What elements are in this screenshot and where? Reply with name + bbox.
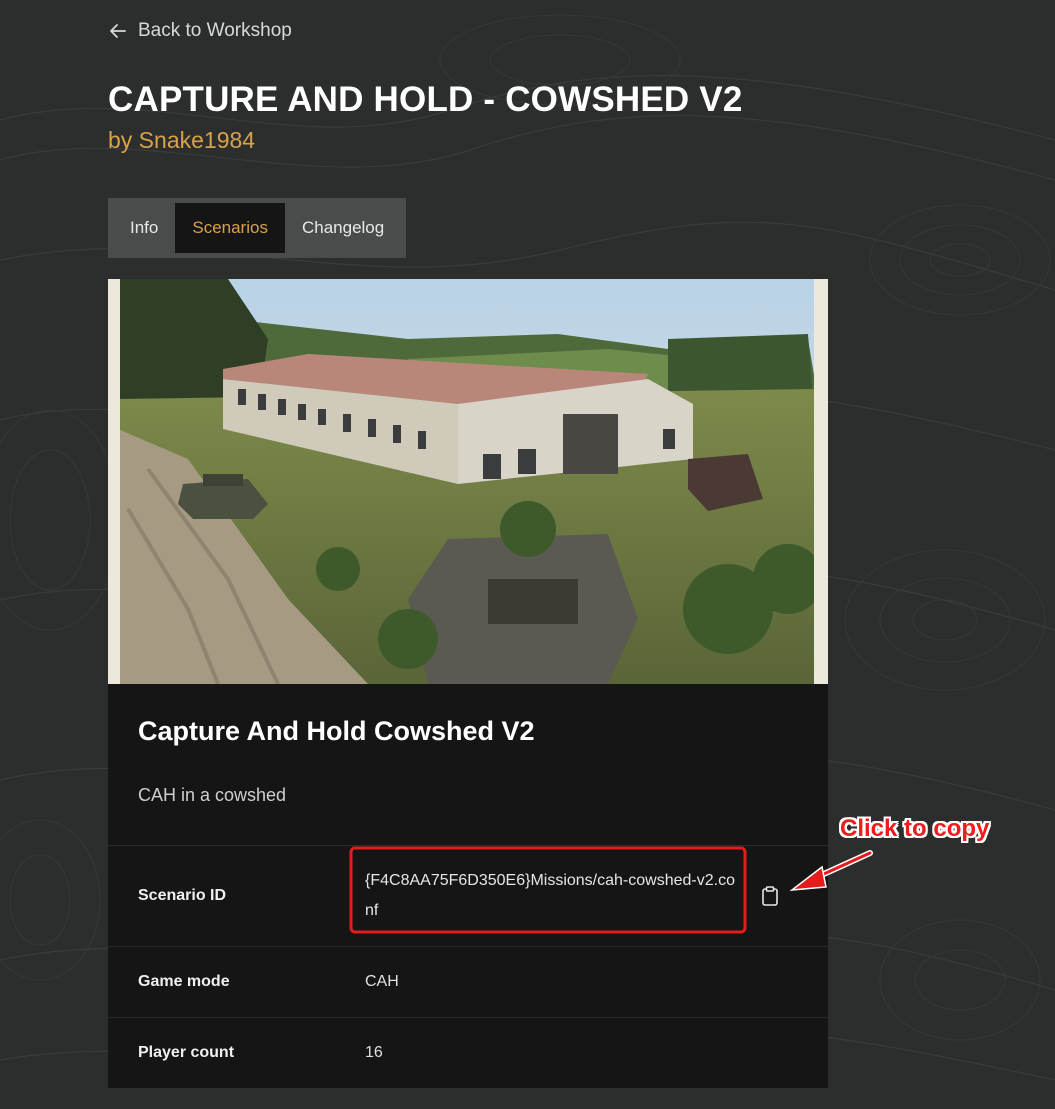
tab-info[interactable]: Info bbox=[113, 203, 175, 253]
scenario-title: Capture And Hold Cowshed V2 bbox=[138, 716, 535, 746]
detail-row-game-mode: Game mode CAH bbox=[108, 947, 828, 1018]
detail-row-scenario-id: Scenario ID {F4C8AA75F6D350E6}Missions/c… bbox=[108, 846, 828, 947]
arrow-left-icon bbox=[110, 24, 126, 38]
back-link-label: Back to Workshop bbox=[138, 20, 292, 41]
scenario-description: CAH in a cowshed bbox=[138, 785, 287, 805]
detail-label: Game mode bbox=[138, 973, 230, 990]
tab-scenarios[interactable]: Scenarios bbox=[175, 203, 285, 253]
detail-row-player-count: Player count 16 bbox=[108, 1018, 828, 1088]
tab-bar: Info Scenarios Changelog bbox=[108, 198, 407, 258]
click-to-copy-annotation: Click to copy bbox=[840, 815, 990, 842]
tab-changelog[interactable]: Changelog bbox=[285, 203, 401, 253]
scenario-header: Capture And Hold Cowshed V2 CAH in a cow… bbox=[108, 684, 828, 846]
back-to-workshop-link[interactable]: Back to Workshop bbox=[108, 18, 292, 44]
author-byline: by Snake1984 bbox=[108, 127, 256, 153]
clipboard-icon bbox=[762, 886, 778, 906]
game-mode-value: CAH bbox=[365, 973, 399, 990]
scenario-card: Capture And Hold Cowshed V2 CAH in a cow… bbox=[108, 279, 828, 1088]
scenario-preview-image bbox=[108, 279, 828, 684]
page-title: CAPTURE AND HOLD - COWSHED V2 bbox=[108, 80, 743, 119]
copy-scenario-id-button[interactable] bbox=[758, 883, 782, 909]
player-count-value: 16 bbox=[365, 1044, 383, 1061]
scenario-id-value[interactable]: {F4C8AA75F6D350E6}Missions/cah-cowshed-v… bbox=[365, 866, 741, 926]
detail-label: Player count bbox=[138, 1044, 235, 1061]
detail-label: Scenario ID bbox=[138, 887, 227, 904]
